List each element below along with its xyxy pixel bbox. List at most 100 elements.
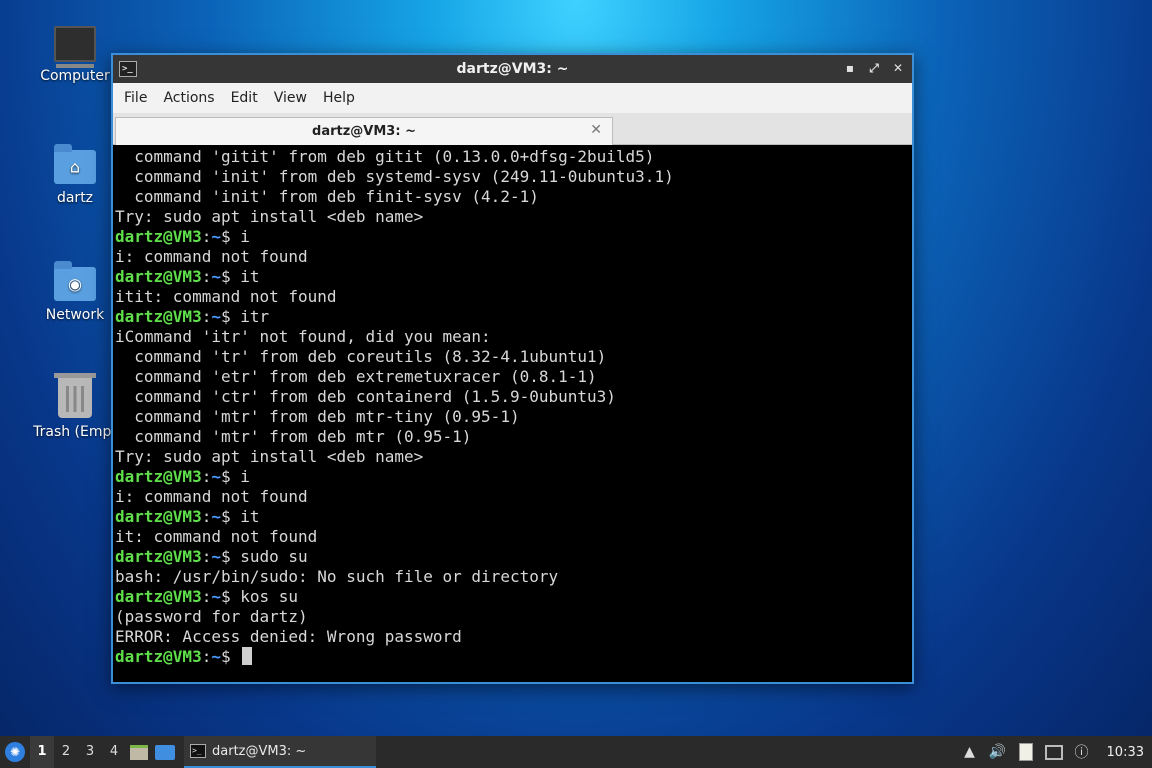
terminal-prompt-line: dartz@VM3:~$ i [115, 467, 910, 487]
desktop-icon-label: Trash (Empt [33, 424, 117, 440]
show-desktop-button[interactable] [152, 736, 178, 768]
prompt-separator: : [201, 307, 212, 326]
menubar: File Actions Edit View Help [113, 83, 912, 113]
prompt-path: ~ [211, 227, 221, 246]
terminal-output-line: Try: sudo apt install <deb name> [115, 447, 424, 466]
taskbar: ✺ 1 2 3 4 >_ dartz@VM3: ~ ▲ 🔊 ⓘ 10:33 [0, 736, 1152, 768]
tab-terminal[interactable]: dartz@VM3: ~ ✕ [115, 117, 613, 145]
prompt-command: $ it [220, 267, 260, 286]
terminal-prompt-line: dartz@VM3:~$ kos su [115, 587, 910, 607]
prompt-command: $ [220, 647, 241, 666]
terminal-output-line: command 'init' from deb systemd-sysv (24… [115, 167, 674, 186]
prompt-path: ~ [211, 467, 221, 486]
menu-file[interactable]: File [117, 86, 154, 110]
terminal-output-line: command 'mtr' from deb mtr-tiny (0.95-1) [115, 407, 520, 426]
prompt-separator: : [201, 587, 212, 606]
prompt-user: dartz@VM3 [115, 227, 202, 246]
prompt-path: ~ [211, 587, 221, 606]
terminal-output-line: command 'ctr' from deb containerd (1.5.9… [115, 387, 616, 406]
prompt-path: ~ [211, 307, 221, 326]
update-notifier-icon[interactable]: ▲ [961, 743, 979, 761]
terminal-output-line: i: command not found [115, 247, 308, 266]
trash-icon [54, 373, 96, 418]
workspace-1[interactable]: 1 [30, 736, 54, 768]
network-folder-icon: ◉ [54, 261, 96, 301]
desktop-icon-label: Network [45, 307, 105, 323]
close-icon[interactable]: ✕ [890, 59, 906, 77]
prompt-separator: : [201, 647, 212, 666]
terminal-output-line: (password for dartz) [115, 607, 308, 626]
computer-icon [54, 26, 96, 68]
tab-bar: dartz@VM3: ~ ✕ [113, 113, 912, 145]
clock[interactable]: 10:33 [1101, 745, 1144, 760]
workspace-2[interactable]: 2 [54, 736, 78, 768]
prompt-separator: : [201, 227, 212, 246]
terminal-app-icon[interactable]: >_ [119, 61, 137, 77]
menu-edit[interactable]: Edit [224, 86, 265, 110]
terminal-prompt-line: dartz@VM3:~$ i [115, 227, 910, 247]
tab-close-icon[interactable]: ✕ [590, 122, 602, 138]
taskbar-task-terminal[interactable]: >_ dartz@VM3: ~ [184, 736, 376, 768]
prompt-path: ~ [211, 547, 221, 566]
terminal-output-line: Try: sudo apt install <deb name> [115, 207, 424, 226]
prompt-path: ~ [211, 267, 221, 286]
terminal-prompt-line: dartz@VM3:~$ it [115, 507, 910, 527]
volume-icon[interactable]: 🔊 [989, 743, 1007, 761]
prompt-separator: : [201, 507, 212, 526]
prompt-path: ~ [211, 507, 221, 526]
desktop-icon-label: dartz [56, 190, 94, 206]
prompt-user: dartz@VM3 [115, 647, 202, 666]
prompt-user: dartz@VM3 [115, 507, 202, 526]
terminal-output-line: bash: /usr/bin/sudo: No such file or dir… [115, 567, 559, 586]
system-tray: ▲ 🔊 ⓘ 10:33 [961, 743, 1152, 761]
desktop-icon-label: Computer [40, 68, 110, 84]
terminal-prompt-line: dartz@VM3:~$ [115, 647, 910, 667]
clipboard-icon[interactable] [1017, 743, 1035, 761]
menu-view[interactable]: View [267, 86, 314, 110]
info-icon[interactable]: ⓘ [1073, 743, 1091, 761]
window-title: dartz@VM3: ~ [456, 61, 569, 77]
terminal-window: >_ dartz@VM3: ~ ▪ ⤢ ✕ File Actions Edit … [111, 53, 914, 684]
minimize-icon[interactable]: ▪ [842, 59, 858, 77]
menu-help[interactable]: Help [316, 86, 362, 110]
terminal-output[interactable]: command 'gitit' from deb gitit (0.13.0.0… [113, 145, 912, 682]
prompt-command: $ itr [220, 307, 270, 326]
prompt-user: dartz@VM3 [115, 547, 202, 566]
task-label: dartz@VM3: ~ [212, 743, 307, 759]
prompt-command: $ i [220, 467, 250, 486]
window-controls: ▪ ⤢ ✕ [842, 59, 906, 77]
terminal-output-line: itit: command not found [115, 287, 337, 306]
prompt-command: $ sudo su [220, 547, 308, 566]
prompt-command: $ it [220, 507, 260, 526]
workspace-4[interactable]: 4 [102, 736, 126, 768]
window-titlebar[interactable]: >_ dartz@VM3: ~ ▪ ⤢ ✕ [113, 55, 912, 83]
menu-actions[interactable]: Actions [156, 86, 221, 110]
terminal-task-icon: >_ [190, 744, 206, 758]
terminal-output-line: command 'mtr' from deb mtr (0.95-1) [115, 427, 472, 446]
home-folder-icon: ⌂ [54, 144, 96, 184]
terminal-output-line: iCommand 'itr' not found, did you mean: [115, 327, 491, 346]
start-menu-button[interactable]: ✺ [0, 736, 30, 768]
terminal-output-line: it: command not found [115, 527, 318, 546]
prompt-separator: : [201, 547, 212, 566]
terminal-output-line: i: command not found [115, 487, 308, 506]
terminal-prompt-line: dartz@VM3:~$ it [115, 267, 910, 287]
terminal-prompt-line: dartz@VM3:~$ itr [115, 307, 910, 327]
file-manager-icon [130, 744, 148, 760]
prompt-user: dartz@VM3 [115, 307, 202, 326]
tab-label: dartz@VM3: ~ [312, 124, 416, 139]
show-desktop-icon [155, 744, 175, 760]
prompt-user: dartz@VM3 [115, 467, 202, 486]
prompt-separator: : [201, 467, 212, 486]
terminal-cursor [242, 647, 253, 665]
maximize-icon[interactable]: ⤢ [866, 59, 882, 77]
prompt-path: ~ [211, 647, 221, 666]
lubuntu-logo-icon: ✺ [5, 742, 25, 762]
prompt-command: $ kos su [220, 587, 299, 606]
workspace-3[interactable]: 3 [78, 736, 102, 768]
prompt-command: $ i [220, 227, 250, 246]
terminal-prompt-line: dartz@VM3:~$ sudo su [115, 547, 910, 567]
terminal-output-line: command 'gitit' from deb gitit (0.13.0.0… [115, 147, 655, 166]
file-manager-launcher[interactable] [126, 736, 152, 768]
network-monitor-icon[interactable] [1044, 743, 1063, 761]
